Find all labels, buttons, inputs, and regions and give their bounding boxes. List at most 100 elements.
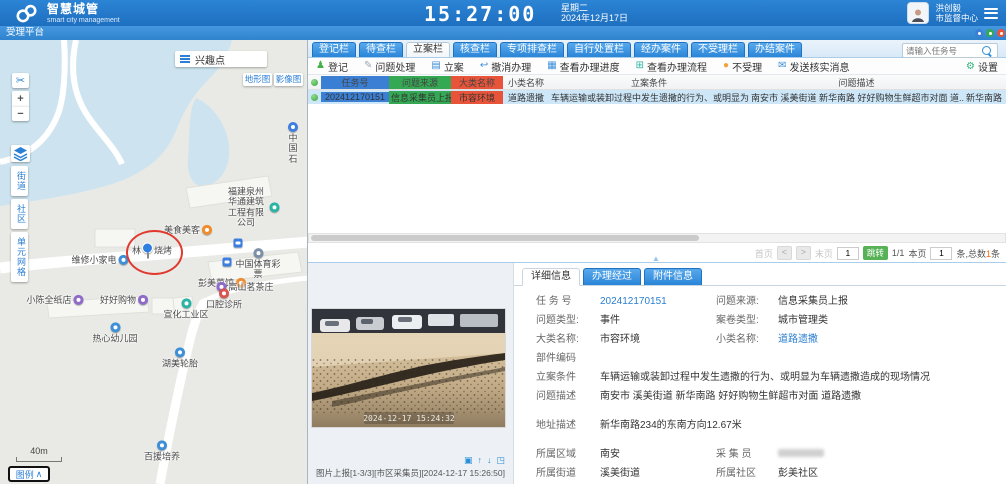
toolbar-view-flow-button[interactable]: ⊞查看办理流程 — [636, 59, 707, 74]
legend-button[interactable]: 图例 ∧ — [8, 466, 50, 482]
toolbar-file-case-button[interactable]: ▤立案 — [431, 59, 463, 74]
field-label: 大类名称: — [536, 333, 600, 346]
case-tab-9[interactable]: 办结案件 — [748, 42, 802, 57]
layers-button[interactable] — [11, 145, 30, 162]
prev-page-button[interactable]: < — [777, 246, 792, 260]
case-tab-6[interactable]: 自行处置栏 — [567, 42, 631, 57]
toolbar-label: 立案 — [444, 59, 464, 74]
map-poi-16[interactable]: 百援培养 — [144, 440, 180, 461]
case-tabs: 登记栏待查栏立案栏核查栏专项排查栏自行处置栏经办案件不受理栏办结案件 — [312, 42, 802, 57]
toolbar-label: 撤消办理 — [491, 59, 531, 74]
toolbar-view-progress-button[interactable]: ▦查看办理进度 — [547, 59, 619, 74]
task-search-input[interactable] — [903, 46, 982, 56]
toolbar-send-verify-button[interactable]: ✉发送核实消息 — [778, 59, 849, 74]
map-poi-13[interactable]: 宣化工业区 — [163, 298, 208, 319]
row-cell: 信息采集员上报 — [389, 91, 451, 104]
settings-label: 设置 — [978, 59, 998, 74]
status-blue-icon[interactable] — [975, 29, 983, 37]
menu-icon[interactable] — [984, 5, 998, 21]
row-cell: 道路遗撒 — [503, 91, 549, 104]
toolbar-register-button[interactable]: ♟登记 — [316, 59, 348, 74]
report-photo[interactable]: 2024-12-17 15:24:32 — [312, 309, 505, 427]
toolbar-reject-button[interactable]: ●不受理 — [723, 59, 762, 74]
bus-stop-poi[interactable] — [234, 239, 243, 248]
expand-icon[interactable]: ◳ — [497, 456, 506, 465]
scrollbar-thumb[interactable] — [311, 235, 699, 241]
map-poi-2[interactable]: 福建泉州华通建筑 工程有限公司 — [225, 186, 280, 227]
page-number-input[interactable] — [837, 247, 859, 260]
poi-marker-icon — [219, 288, 229, 298]
map-poi-11[interactable]: 小陈全纸店 — [26, 295, 83, 305]
map-canvas[interactable]: 中国石福建泉州华通建筑 工程有限公司美食美客维修小家电中国体育彩票彭美菜馆高山茗… — [0, 40, 308, 484]
toolbar-label: 查看办理流程 — [647, 59, 707, 74]
horizontal-scrollbar[interactable] — [308, 233, 1006, 243]
avatar[interactable] — [907, 2, 929, 24]
column-header: 问题来源 — [389, 76, 451, 89]
field-value[interactable]: 道路遗撒 — [778, 333, 996, 346]
subheader: 受理平台 — [0, 26, 1006, 40]
settings-button[interactable]: ⚙ 设置 — [966, 58, 998, 75]
map-poi-14[interactable]: 热心幼儿园 — [92, 322, 137, 343]
status-red-icon[interactable] — [997, 29, 1005, 37]
map-poi-search[interactable]: 兴趣点 — [175, 51, 267, 67]
poi-label: 小陈全纸店 — [26, 295, 71, 305]
poi-marker-icon — [138, 295, 148, 305]
case-tab-7[interactable]: 经办案件 — [634, 42, 688, 57]
terrain-map-button[interactable]: 地形图 — [243, 73, 272, 86]
toolbar-cancel-handle-button[interactable]: ↩撤消办理 — [480, 59, 531, 74]
toolbar-problem-handle-button[interactable]: ✎问题处理 — [364, 59, 415, 74]
case-tab-4[interactable]: 核查栏 — [453, 42, 497, 57]
case-tab-1[interactable]: 登记栏 — [312, 42, 356, 57]
field-label: 任 务 号 — [536, 295, 600, 308]
measure-tool-button[interactable]: ✂ — [12, 73, 29, 88]
field-label: 所属社区 — [716, 467, 778, 480]
platform-tab[interactable]: 受理平台 — [0, 27, 44, 38]
app-titles: 智慧城管 smart city management — [47, 3, 120, 24]
next-page-button[interactable]: > — [796, 246, 811, 260]
field-label: 立案条件 — [536, 371, 600, 384]
column-header: 立案条件 — [549, 76, 749, 89]
map-poi-7[interactable]: 中国体育彩票 — [234, 248, 283, 280]
first-page-button[interactable]: 首页 — [755, 247, 773, 260]
detail-tabs: 详细信息办理经过附件信息 — [514, 263, 1006, 286]
image-icon[interactable]: ▣ — [464, 456, 473, 465]
case-tab-2[interactable]: 待查栏 — [359, 42, 403, 57]
map-poi-10[interactable]: 口腔诊所 — [206, 288, 242, 309]
arrow-up-icon[interactable]: ↑ — [478, 456, 483, 465]
send-verify-icon: ✉ — [778, 61, 786, 71]
field-label: 地址描述 — [536, 419, 600, 432]
layer-community-button[interactable]: 社区 — [11, 199, 28, 229]
case-tab-8[interactable]: 不受理栏 — [691, 42, 745, 57]
map-poi-1[interactable]: 中国石 — [286, 122, 300, 164]
jump-button[interactable]: 跳转 — [863, 246, 888, 260]
status-green-icon[interactable] — [986, 29, 994, 37]
zoom-out-button[interactable]: − — [12, 106, 29, 121]
map-poi-15[interactable]: 湖美轮胎 — [162, 347, 198, 368]
table-row[interactable]: 202412170151信息采集员上报市容环境道路遗撒车辆运输或装卸过程中发生遗… — [308, 90, 1006, 104]
poi-marker-icon — [74, 295, 84, 305]
field-value[interactable]: 202412170151 — [600, 295, 716, 308]
column-header: 问题描述 — [749, 76, 964, 89]
bus-stop-poi[interactable] — [223, 258, 232, 267]
column-header: 小类名称 — [503, 76, 549, 89]
imagery-map-button[interactable]: 影像图 — [274, 73, 303, 86]
layer-unit-grid-button[interactable]: 单元网格 — [11, 232, 28, 282]
poi-marker-icon — [202, 225, 212, 235]
date-box: 星期二 2024年12月17日 — [561, 3, 628, 23]
layer-street-button[interactable]: 街道 — [11, 166, 28, 196]
detail-tab-3[interactable]: 附件信息 — [644, 268, 702, 285]
detail-tab-1[interactable]: 详细信息 — [522, 268, 580, 286]
photo-timestamp: 2024-12-17 15:24:32 — [363, 414, 455, 423]
detail-tab-2[interactable]: 办理经过 — [583, 268, 641, 285]
zoom-in-button[interactable]: + — [12, 91, 29, 106]
case-tab-3[interactable]: 立案栏 — [406, 42, 450, 57]
arrow-down-icon[interactable]: ↓ — [487, 456, 492, 465]
last-page-button[interactable]: 末页 — [815, 247, 833, 260]
map-poi-12[interactable]: 好好购物 — [100, 295, 148, 305]
case-tab-5[interactable]: 专项排查栏 — [500, 42, 564, 57]
map-layer-buttons: 街道社区单元网格 — [11, 166, 28, 285]
field-value: 事件 — [600, 314, 716, 327]
per-page-input[interactable] — [930, 247, 952, 260]
search-icon[interactable] — [982, 46, 991, 55]
map-poi-6[interactable]: 维修小家电 — [71, 255, 128, 265]
